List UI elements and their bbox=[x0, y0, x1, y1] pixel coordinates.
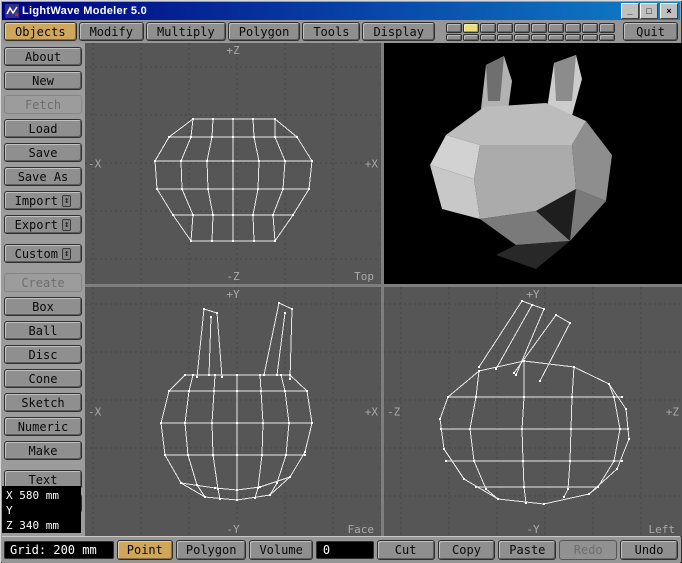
axis-label-plus-x: +X bbox=[365, 157, 378, 170]
sidebar-button-about[interactable]: About bbox=[4, 47, 82, 66]
titlebar: LightWave Modeler 5.0 _ □ × bbox=[2, 2, 680, 20]
perspective-shaded-model[interactable] bbox=[384, 43, 682, 284]
sidebar-button-make[interactable]: Make bbox=[4, 441, 82, 460]
layer-6-fg-button[interactable] bbox=[531, 23, 547, 33]
tab-modify[interactable]: Modify bbox=[79, 22, 144, 41]
redo-button: Redo bbox=[559, 540, 617, 560]
sidebar-button-load[interactable]: Load bbox=[4, 119, 82, 138]
viewport-perspective[interactable] bbox=[384, 43, 682, 284]
sidebar-button-save-as[interactable]: Save As bbox=[4, 167, 82, 186]
tab-polygon[interactable]: Polygon bbox=[228, 22, 301, 41]
menubar: Objects Modify Multiply Polygon Tools Di… bbox=[2, 20, 680, 44]
close-button[interactable]: × bbox=[660, 3, 678, 19]
mode-point-button[interactable]: Point bbox=[117, 540, 173, 560]
sidebar-button-export-label: Export bbox=[15, 218, 58, 232]
copy-button[interactable]: Copy bbox=[438, 540, 496, 560]
tab-tools[interactable]: Tools bbox=[302, 22, 360, 41]
layer-bank bbox=[446, 23, 615, 41]
layer-4-bg-button[interactable] bbox=[497, 34, 513, 41]
viewport-name-top: Top bbox=[354, 270, 374, 283]
viewport-name-left: Left bbox=[649, 523, 676, 536]
window-title: LightWave Modeler 5.0 bbox=[22, 5, 620, 17]
sidebar-button-numeric[interactable]: Numeric bbox=[4, 417, 82, 436]
sidebar: About New Fetch Load Save Save As Import… bbox=[2, 43, 85, 537]
lightwave-modeler-window: LightWave Modeler 5.0 _ □ × Objects Modi… bbox=[0, 0, 682, 563]
minimize-button[interactable]: _ bbox=[621, 3, 639, 19]
axis-label-plus-y: +Y bbox=[526, 288, 539, 301]
left-view-wireframe[interactable] bbox=[384, 287, 682, 537]
app-icon bbox=[5, 4, 19, 18]
layer-9-fg-button[interactable] bbox=[582, 23, 598, 33]
sidebar-button-custom[interactable]: Custom ↕ bbox=[4, 244, 82, 263]
sidebar-button-import-label: Import bbox=[15, 194, 58, 208]
layer-1-fg-button[interactable] bbox=[446, 23, 462, 33]
popup-arrows-icon: ↕ bbox=[62, 248, 71, 260]
quit-button[interactable]: Quit bbox=[623, 22, 678, 41]
axis-label-plus-y: +Y bbox=[226, 288, 239, 301]
axis-label-minus-y: -Y bbox=[526, 523, 539, 536]
viewport-face[interactable]: +Y -X +X -Y Face bbox=[85, 287, 381, 537]
viewport-left[interactable]: +Y -Z +Z -Y Left bbox=[384, 287, 682, 537]
layer-5-fg-button[interactable] bbox=[514, 23, 530, 33]
layer-4-fg-button[interactable] bbox=[497, 23, 513, 33]
layer-3-fg-button[interactable] bbox=[480, 23, 496, 33]
selection-counter: 0 bbox=[316, 541, 374, 559]
layer-6-bg-button[interactable] bbox=[531, 34, 547, 41]
face-view-wireframe[interactable] bbox=[85, 287, 381, 537]
layer-3-bg-button[interactable] bbox=[480, 34, 496, 41]
sidebar-button-box[interactable]: Box bbox=[4, 297, 82, 316]
sidebar-button-sketch[interactable]: Sketch bbox=[4, 393, 82, 412]
axis-label-minus-z: -Z bbox=[226, 270, 239, 283]
axis-label-plus-z: +Z bbox=[226, 44, 239, 57]
axis-label-plus-x: +X bbox=[365, 406, 378, 419]
layer-7-bg-button[interactable] bbox=[548, 34, 564, 41]
axis-label-plus-z: +Z bbox=[666, 406, 679, 419]
layer-2-fg-button[interactable] bbox=[463, 23, 479, 33]
paste-button[interactable]: Paste bbox=[498, 540, 556, 560]
sidebar-button-import[interactable]: Import ↕ bbox=[4, 191, 82, 210]
tab-display[interactable]: Display bbox=[362, 22, 435, 41]
axis-label-minus-z: -Z bbox=[387, 406, 400, 419]
top-view-wireframe[interactable] bbox=[85, 43, 381, 284]
viewport-top[interactable]: +Z -X +X -Z Top bbox=[85, 43, 381, 284]
layer-5-bg-button[interactable] bbox=[514, 34, 530, 41]
sidebar-label-create: Create bbox=[4, 273, 82, 292]
sidebar-button-fetch: Fetch bbox=[4, 95, 82, 114]
mode-volume-button[interactable]: Volume bbox=[249, 540, 312, 560]
undo-button[interactable]: Undo bbox=[620, 540, 678, 560]
grid-size-display: Grid: 200 mm bbox=[4, 541, 114, 559]
popup-arrows-icon: ↕ bbox=[62, 195, 71, 207]
sidebar-button-ball[interactable]: Ball bbox=[4, 321, 82, 340]
axis-label-minus-x: -X bbox=[88, 157, 101, 170]
axis-label-minus-x: -X bbox=[88, 406, 101, 419]
sidebar-button-export[interactable]: Export ↕ bbox=[4, 215, 82, 234]
tab-multiply[interactable]: Multiply bbox=[146, 22, 226, 41]
sidebar-button-custom-label: Custom bbox=[15, 247, 58, 261]
coordinate-readout: X 580 mm Y Z 340 mm bbox=[2, 486, 81, 533]
layer-8-bg-button[interactable] bbox=[565, 34, 581, 41]
popup-arrows-icon: ↕ bbox=[62, 219, 71, 231]
coord-x: X 580 mm bbox=[6, 488, 81, 503]
layer-8-fg-button[interactable] bbox=[565, 23, 581, 33]
maximize-button[interactable]: □ bbox=[640, 3, 658, 19]
sidebar-button-cone[interactable]: Cone bbox=[4, 369, 82, 388]
viewport-name-face: Face bbox=[348, 523, 375, 536]
viewport-grid: +Z -X +X -Z Top +Y -X +X -Y Face +Y -Z +… bbox=[85, 43, 682, 537]
statusbar: Grid: 200 mm Point Polygon Volume 0 Cut … bbox=[2, 536, 680, 563]
coord-y: Y bbox=[6, 503, 81, 518]
layer-10-fg-button[interactable] bbox=[599, 23, 615, 33]
sidebar-button-save[interactable]: Save bbox=[4, 143, 82, 162]
cut-button[interactable]: Cut bbox=[377, 540, 435, 560]
axis-label-minus-y: -Y bbox=[226, 523, 239, 536]
layer-9-bg-button[interactable] bbox=[582, 34, 598, 41]
layer-2-bg-button[interactable] bbox=[463, 34, 479, 41]
sidebar-button-disc[interactable]: Disc bbox=[4, 345, 82, 364]
layer-7-fg-button[interactable] bbox=[548, 23, 564, 33]
tab-objects[interactable]: Objects bbox=[4, 22, 77, 41]
layer-1-bg-button[interactable] bbox=[446, 34, 462, 41]
mode-polygon-button[interactable]: Polygon bbox=[176, 540, 247, 560]
coord-z: Z 340 mm bbox=[6, 518, 81, 533]
sidebar-button-new[interactable]: New bbox=[4, 71, 82, 90]
layer-10-bg-button[interactable] bbox=[599, 34, 615, 41]
